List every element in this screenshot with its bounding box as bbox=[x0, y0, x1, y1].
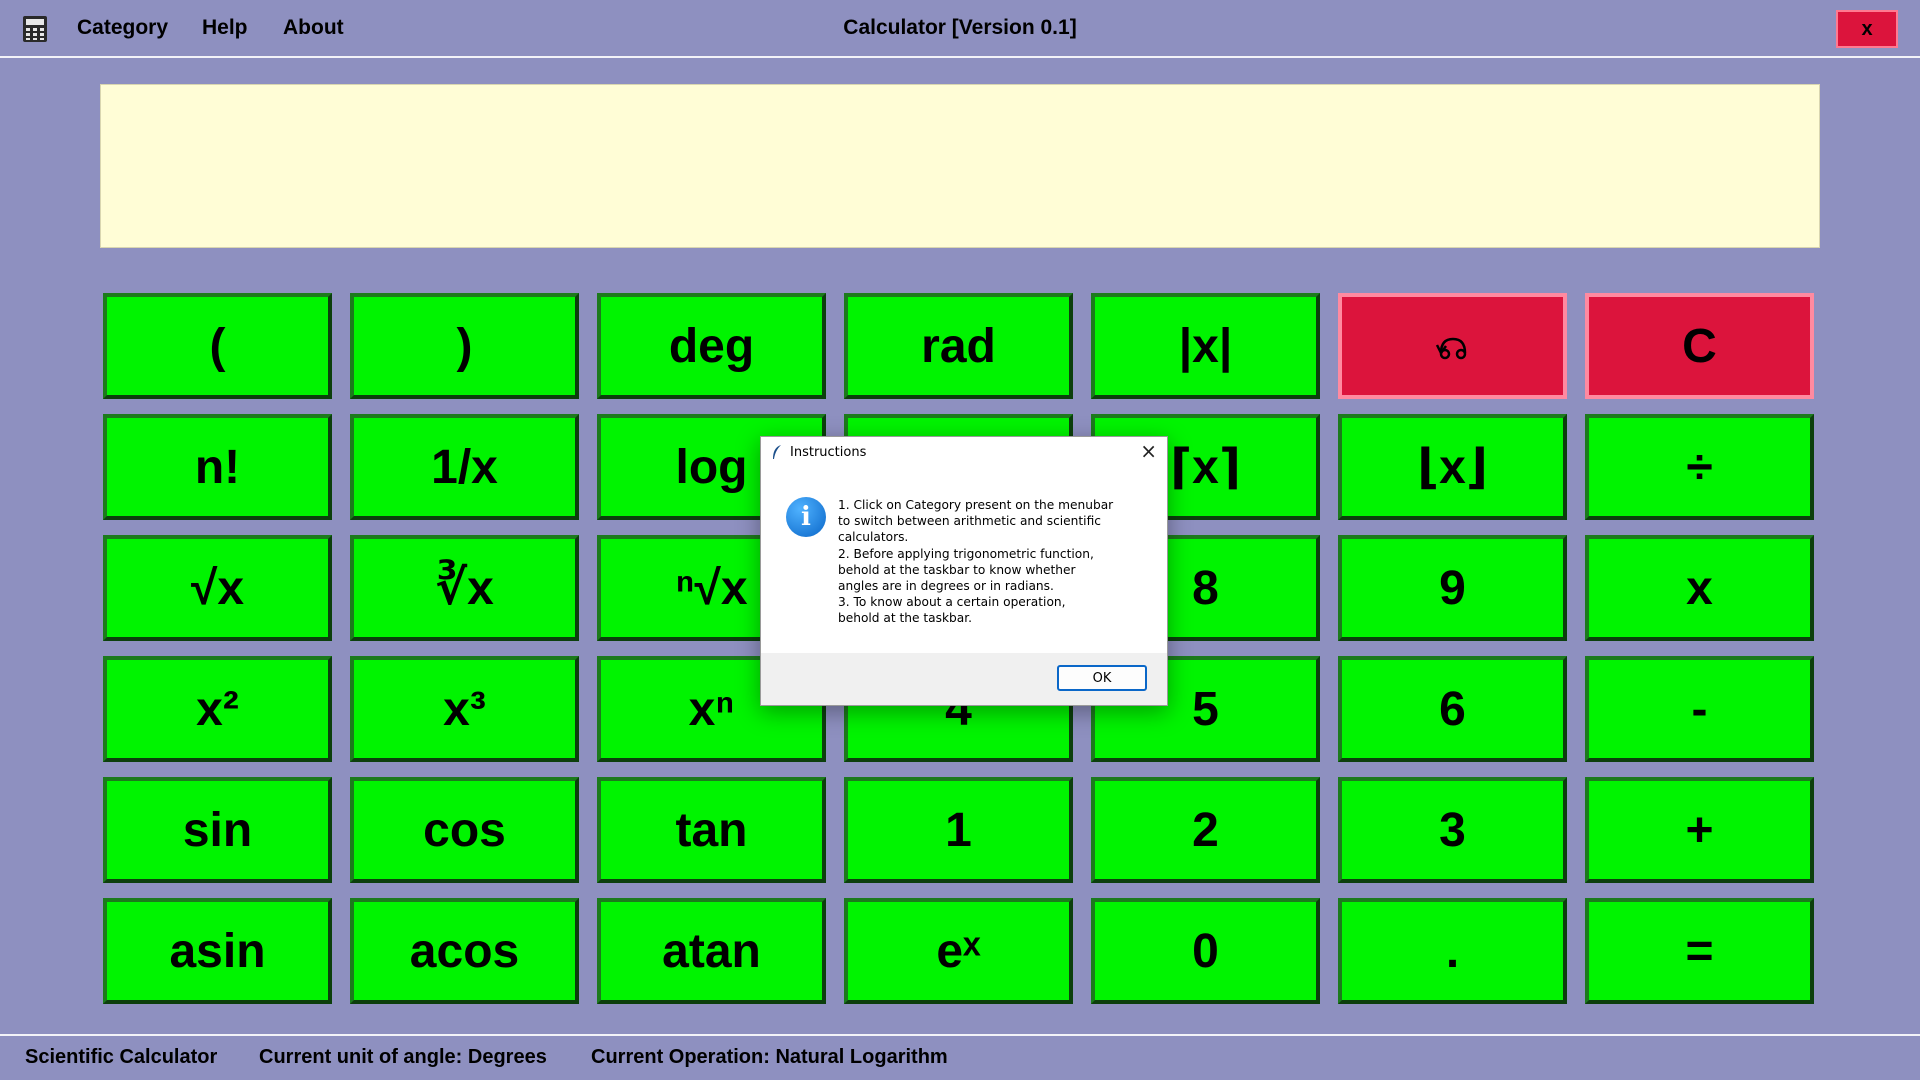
key-equals[interactable]: = bbox=[1585, 898, 1814, 1004]
key-multiply[interactable]: x bbox=[1585, 535, 1814, 641]
feather-icon bbox=[773, 445, 781, 459]
key-decimal[interactable]: . bbox=[1338, 898, 1567, 1004]
key-asin[interactable]: asin bbox=[103, 898, 332, 1004]
key-subtract[interactable]: - bbox=[1585, 656, 1814, 762]
key-cube[interactable]: x³ bbox=[350, 656, 579, 762]
key-tan[interactable]: tan bbox=[597, 777, 826, 883]
key-atan[interactable]: atan bbox=[597, 898, 826, 1004]
key-cos[interactable]: cos bbox=[350, 777, 579, 883]
dialog-line: behold at the taskbar. bbox=[838, 611, 973, 626]
menu-category[interactable]: Category bbox=[77, 16, 168, 40]
menu-about[interactable]: About bbox=[283, 16, 344, 40]
key-3[interactable]: 3 bbox=[1338, 777, 1567, 883]
key-deg[interactable]: deg bbox=[597, 293, 826, 399]
key-factorial[interactable]: n! bbox=[103, 414, 332, 520]
info-icon: i bbox=[786, 497, 826, 537]
key-6[interactable]: 6 bbox=[1338, 656, 1567, 762]
key-reciprocal[interactable]: 1/x bbox=[350, 414, 579, 520]
dialog-title-bar[interactable]: Instructions × bbox=[761, 437, 1167, 467]
dialog-line: behold at the taskbar to know whether bbox=[838, 562, 1076, 577]
key-0[interactable]: 0 bbox=[1091, 898, 1320, 1004]
dialog-line: 1. Click on Category present on the menu… bbox=[838, 498, 1114, 512]
menubar: Category Help About Calculator [Version … bbox=[0, 0, 1920, 58]
key-open-paren[interactable]: ( bbox=[103, 293, 332, 399]
dialog-line: 2. Before applying trigonometric functio… bbox=[838, 546, 1094, 561]
key-exp[interactable]: eˣ bbox=[844, 898, 1073, 1004]
clear-button[interactable]: C bbox=[1585, 293, 1814, 399]
key-2[interactable]: 2 bbox=[1091, 777, 1320, 883]
key-9[interactable]: 9 bbox=[1338, 535, 1567, 641]
ok-button[interactable]: OK bbox=[1057, 665, 1147, 691]
dialog-line: angles are in degrees or in radians. bbox=[838, 579, 1054, 594]
key-cbrt[interactable]: ∛x bbox=[350, 535, 579, 641]
calculator-icon bbox=[23, 16, 47, 42]
statusbar: Scientific Calculator Current unit of an… bbox=[0, 1034, 1920, 1080]
backspace-icon bbox=[1435, 337, 1466, 360]
key-floor[interactable]: ⌊x⌋ bbox=[1338, 414, 1567, 520]
key-sin[interactable]: sin bbox=[103, 777, 332, 883]
dialog-title: Instructions bbox=[790, 445, 867, 460]
dialog-footer: OK bbox=[761, 653, 1167, 705]
close-button[interactable]: x bbox=[1836, 10, 1898, 48]
key-abs[interactable]: |x| bbox=[1091, 293, 1320, 399]
dialog-line: 3. To know about a certain operation, bbox=[838, 595, 1066, 610]
key-close-paren[interactable]: ) bbox=[350, 293, 579, 399]
dialog-line: calculators. bbox=[838, 530, 909, 545]
dialog-message: 1. Click on Category present on the menu… bbox=[838, 497, 1143, 627]
backspace-button[interactable] bbox=[1338, 293, 1567, 399]
menu-help[interactable]: Help bbox=[202, 16, 248, 40]
key-add[interactable]: + bbox=[1585, 777, 1814, 883]
status-mode: Scientific Calculator bbox=[25, 1046, 218, 1068]
key-1[interactable]: 1 bbox=[844, 777, 1073, 883]
dialog-line: to switch between arithmetic and scienti… bbox=[838, 514, 1101, 529]
status-angle-unit: Current unit of angle: Degrees bbox=[259, 1046, 547, 1068]
key-rad[interactable]: rad bbox=[844, 293, 1073, 399]
key-square[interactable]: x² bbox=[103, 656, 332, 762]
calculator-display bbox=[100, 84, 1820, 248]
key-sqrt[interactable]: √x bbox=[103, 535, 332, 641]
status-operation: Current Operation: Natural Logarithm bbox=[591, 1046, 948, 1068]
key-divide[interactable]: ÷ bbox=[1585, 414, 1814, 520]
dialog-close-icon[interactable]: × bbox=[1140, 441, 1157, 461]
instructions-dialog: Instructions × i 1. Click on Category pr… bbox=[760, 436, 1168, 706]
key-acos[interactable]: acos bbox=[350, 898, 579, 1004]
